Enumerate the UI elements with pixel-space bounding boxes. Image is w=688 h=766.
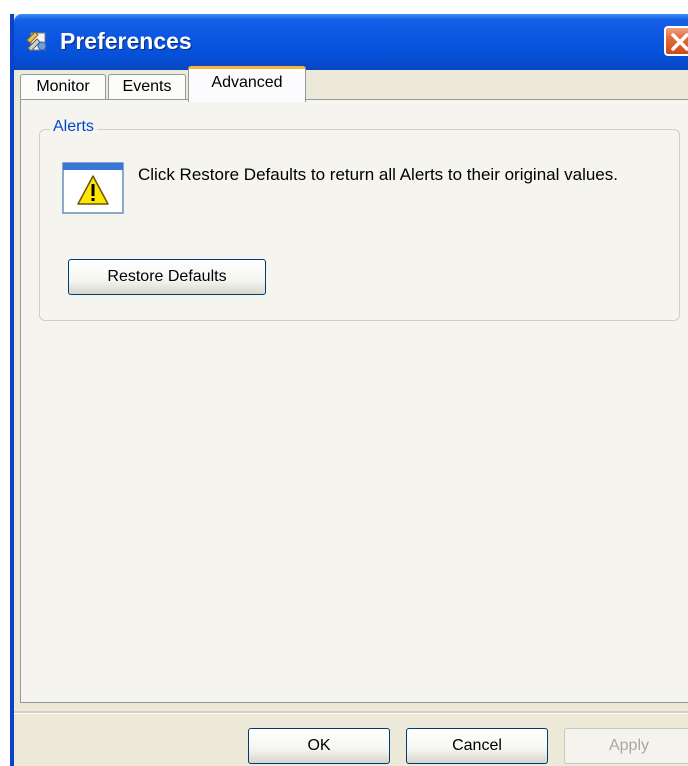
preferences-window: Preferences Monitor Events Advanced Aler… xyxy=(10,14,688,766)
ok-button[interactable]: OK xyxy=(248,728,390,764)
window-title: Preferences xyxy=(60,28,192,54)
alerts-message: Click Restore Defaults to return all Ale… xyxy=(138,165,618,184)
footer-divider xyxy=(14,711,688,714)
tab-strip: Monitor Events Advanced xyxy=(20,66,688,102)
cancel-button[interactable]: Cancel xyxy=(406,728,548,764)
tab-monitor[interactable]: Monitor xyxy=(20,74,106,100)
tab-advanced[interactable]: Advanced xyxy=(188,66,306,102)
close-icon xyxy=(671,33,688,51)
preferences-icon xyxy=(26,31,47,52)
tab-events[interactable]: Events xyxy=(108,74,186,100)
warning-icon xyxy=(62,162,124,214)
alerts-groupbox: Alerts Click Restore Defaults to return … xyxy=(39,118,680,321)
restore-defaults-button[interactable]: Restore Defaults xyxy=(68,259,266,295)
tab-panel-advanced: Alerts Click Restore Defaults to return … xyxy=(20,99,688,703)
close-button[interactable] xyxy=(664,26,688,56)
title-bar[interactable]: Preferences xyxy=(14,14,688,70)
alerts-group-title: Alerts xyxy=(50,118,97,136)
apply-button[interactable]: Apply xyxy=(564,728,688,764)
